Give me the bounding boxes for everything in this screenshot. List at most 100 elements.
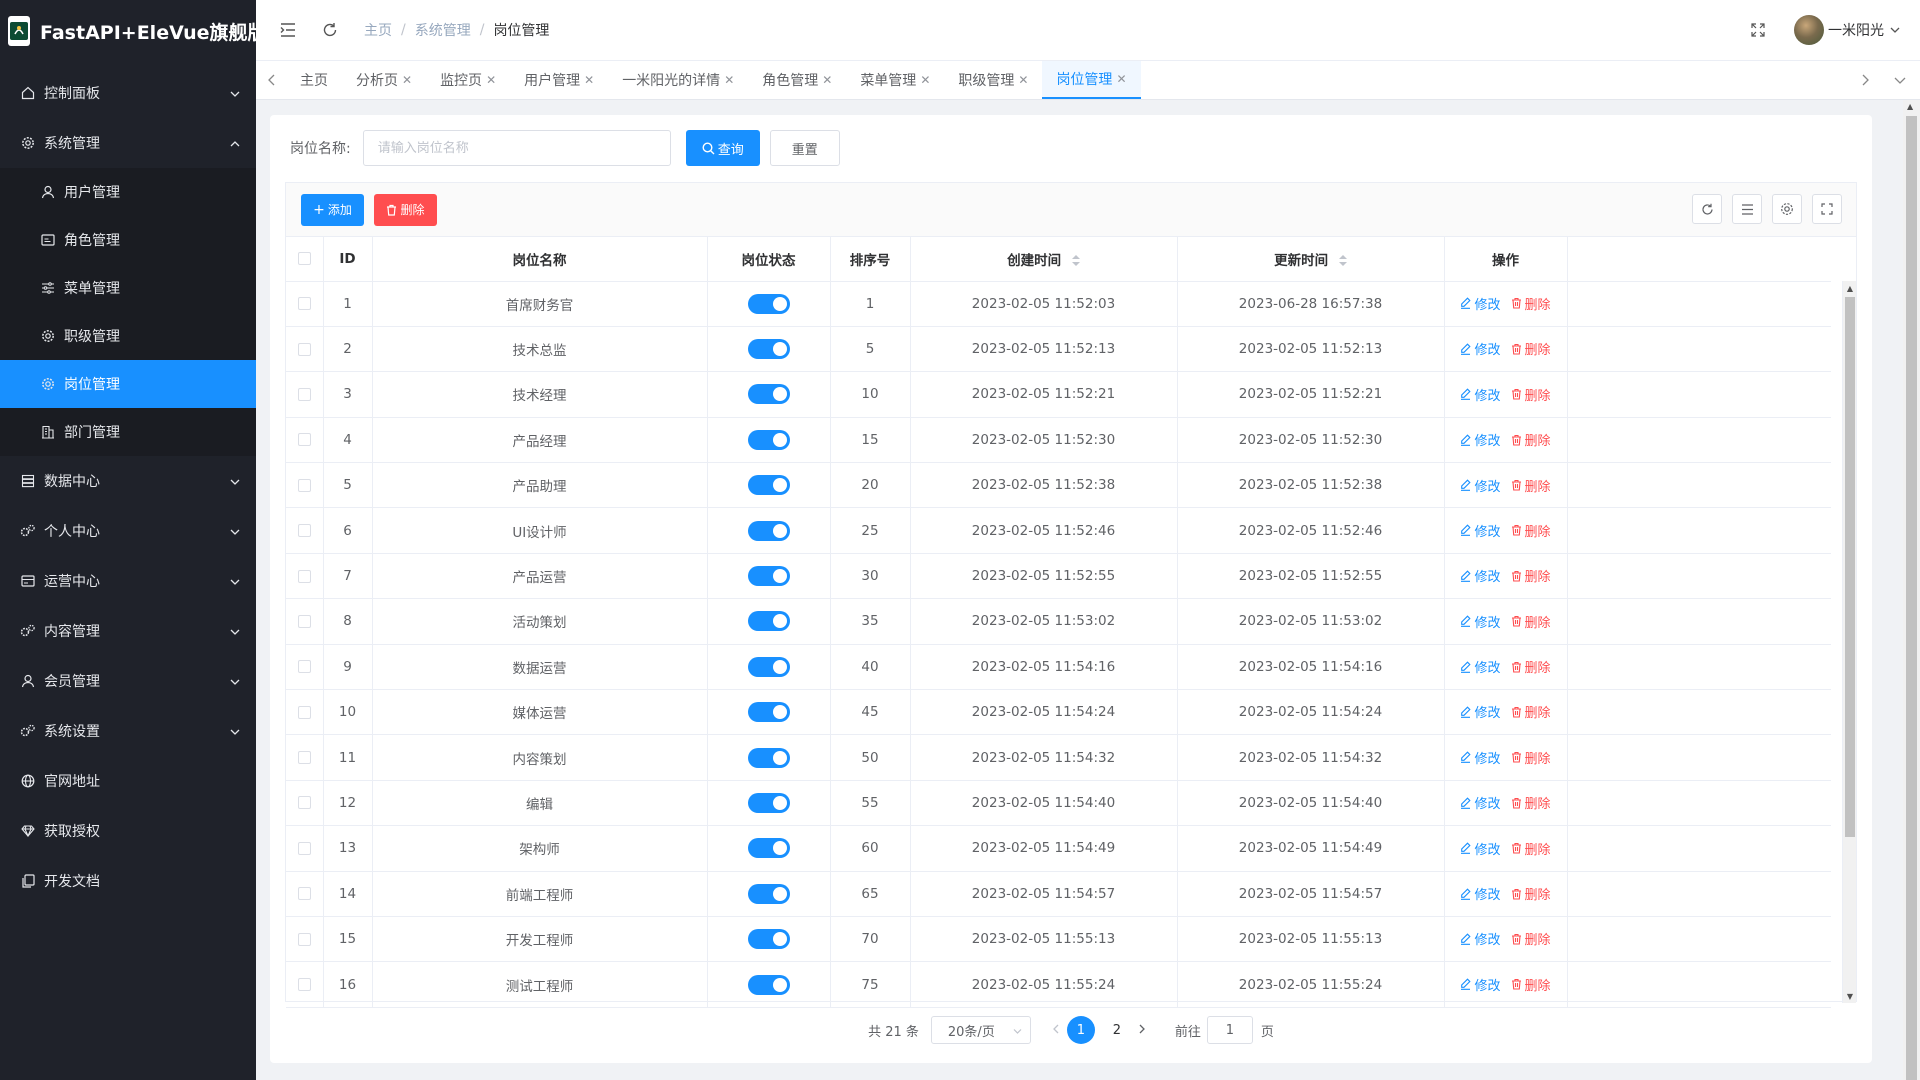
- delete-button[interactable]: 删除: [1511, 975, 1551, 994]
- tabs-scroll-left-icon[interactable]: [256, 61, 286, 99]
- row-checkbox[interactable]: [297, 796, 311, 810]
- row-select-cell[interactable]: [286, 644, 324, 691]
- column-header-updated[interactable]: 更新时间: [1177, 237, 1445, 282]
- delete-button[interactable]: 删除: [1511, 476, 1551, 495]
- breadcrumb-system[interactable]: 系统管理: [415, 20, 471, 40]
- delete-button[interactable]: 删除: [1511, 839, 1551, 858]
- chevron-down-icon[interactable]: [1890, 27, 1900, 33]
- edit-button[interactable]: 修改: [1460, 294, 1501, 313]
- delete-button[interactable]: 删除: [1511, 339, 1551, 358]
- edit-button[interactable]: 修改: [1460, 839, 1501, 858]
- fullscreen-icon[interactable]: [1748, 20, 1768, 40]
- delete-button[interactable]: 删除: [1511, 521, 1551, 540]
- close-icon[interactable]: ✕: [1018, 73, 1028, 87]
- row-checkbox[interactable]: [297, 841, 311, 855]
- row-checkbox[interactable]: [297, 387, 311, 401]
- select-all-cell[interactable]: [286, 237, 324, 282]
- delete-button[interactable]: 删除: [1511, 793, 1551, 812]
- tab-5[interactable]: 角色管理 ✕: [748, 61, 846, 99]
- column-settings-icon[interactable]: [1772, 194, 1802, 224]
- sidebar-item-1[interactable]: 系统管理: [0, 118, 256, 168]
- tab-2[interactable]: 监控页 ✕: [426, 61, 510, 99]
- select-all-checkbox[interactable]: [297, 252, 311, 266]
- add-button[interactable]: + 添加: [301, 193, 364, 226]
- sidebar-item-8[interactable]: 官网地址: [0, 756, 256, 806]
- close-icon[interactable]: ✕: [920, 73, 930, 87]
- status-toggle[interactable]: [747, 792, 790, 813]
- row-select-cell[interactable]: [286, 871, 324, 917]
- status-toggle[interactable]: [747, 429, 790, 450]
- row-checkbox[interactable]: [297, 978, 311, 992]
- row-select-cell[interactable]: [286, 507, 324, 554]
- page-scrollbar[interactable]: ▲: [1903, 100, 1920, 1080]
- edit-button[interactable]: 修改: [1460, 884, 1501, 903]
- refresh-icon[interactable]: [320, 20, 340, 40]
- row-select-cell[interactable]: [286, 961, 324, 1008]
- tab-0[interactable]: 主页: [286, 61, 342, 99]
- batch-delete-button[interactable]: 删除: [374, 193, 437, 226]
- edit-button[interactable]: 修改: [1460, 566, 1501, 585]
- status-toggle[interactable]: [747, 747, 790, 768]
- delete-button[interactable]: 删除: [1511, 929, 1551, 948]
- close-icon[interactable]: ✕: [724, 73, 734, 87]
- close-icon[interactable]: ✕: [486, 73, 496, 87]
- delete-button[interactable]: 删除: [1511, 385, 1551, 404]
- close-icon[interactable]: ✕: [402, 73, 412, 87]
- sidebar-item-6[interactable]: 会员管理: [0, 656, 256, 706]
- jump-page-input[interactable]: [1206, 1016, 1253, 1044]
- status-toggle[interactable]: [747, 384, 790, 405]
- page-size-select[interactable]: 20条/页: [930, 1016, 1031, 1044]
- table-scrollbar[interactable]: ▲ ▼: [1842, 281, 1856, 1003]
- tab-1[interactable]: 分析页 ✕: [342, 61, 426, 99]
- page-scrollbar-thumb[interactable]: [1906, 116, 1917, 1080]
- status-toggle[interactable]: [747, 656, 790, 677]
- tab-4[interactable]: 一米阳光的详情 ✕: [608, 61, 748, 99]
- row-select-cell[interactable]: [286, 780, 324, 827]
- row-checkbox[interactable]: [297, 569, 311, 583]
- status-toggle[interactable]: [747, 475, 790, 496]
- delete-button[interactable]: 删除: [1511, 612, 1551, 631]
- row-checkbox[interactable]: [297, 614, 311, 628]
- edit-button[interactable]: 修改: [1460, 748, 1501, 767]
- position-name-input[interactable]: [362, 130, 671, 166]
- table-scrollbar-thumb[interactable]: [1845, 297, 1855, 837]
- edit-button[interactable]: 修改: [1460, 929, 1501, 948]
- status-toggle[interactable]: [747, 974, 790, 995]
- row-checkbox[interactable]: [297, 433, 311, 447]
- row-checkbox[interactable]: [297, 478, 311, 492]
- tab-6[interactable]: 菜单管理 ✕: [846, 61, 944, 99]
- density-icon[interactable]: [1732, 194, 1762, 224]
- edit-button[interactable]: 修改: [1460, 975, 1501, 994]
- delete-button[interactable]: 删除: [1511, 884, 1551, 903]
- prev-page-icon[interactable]: [1052, 1023, 1059, 1038]
- edit-button[interactable]: 修改: [1460, 385, 1501, 404]
- delete-button[interactable]: 删除: [1511, 748, 1551, 767]
- sidebar-subitem-2[interactable]: 菜单管理: [0, 264, 256, 312]
- table-refresh-icon[interactable]: [1692, 194, 1722, 224]
- status-toggle[interactable]: [747, 929, 790, 950]
- row-checkbox[interactable]: [297, 751, 311, 765]
- row-select-cell[interactable]: [286, 689, 324, 736]
- row-select-cell[interactable]: [286, 281, 324, 327]
- page-number-2[interactable]: 2: [1103, 1016, 1131, 1044]
- status-toggle[interactable]: [747, 838, 790, 859]
- edit-button[interactable]: 修改: [1460, 430, 1501, 449]
- sidebar-item-3[interactable]: 个人中心: [0, 506, 256, 556]
- sidebar-item-2[interactable]: 数据中心: [0, 456, 256, 506]
- tab-3[interactable]: 用户管理 ✕: [510, 61, 608, 99]
- row-select-cell[interactable]: [286, 326, 324, 373]
- scroll-up-icon[interactable]: ▲: [1843, 281, 1857, 295]
- reset-button[interactable]: 重置: [769, 130, 840, 166]
- breadcrumb-home[interactable]: 主页: [364, 20, 392, 40]
- row-checkbox[interactable]: [297, 524, 311, 538]
- column-header-created[interactable]: 创建时间: [910, 237, 1178, 282]
- edit-button[interactable]: 修改: [1460, 612, 1501, 631]
- sidebar-item-9[interactable]: 获取授权: [0, 806, 256, 856]
- delete-button[interactable]: 删除: [1511, 657, 1551, 676]
- page-scroll-up-icon[interactable]: ▲: [1907, 102, 1913, 111]
- sidebar-subitem-5[interactable]: 部门管理: [0, 408, 256, 456]
- delete-button[interactable]: 删除: [1511, 430, 1551, 449]
- row-checkbox[interactable]: [297, 660, 311, 674]
- tab-7[interactable]: 职级管理 ✕: [944, 61, 1042, 99]
- tab-8[interactable]: 岗位管理 ✕: [1042, 61, 1141, 99]
